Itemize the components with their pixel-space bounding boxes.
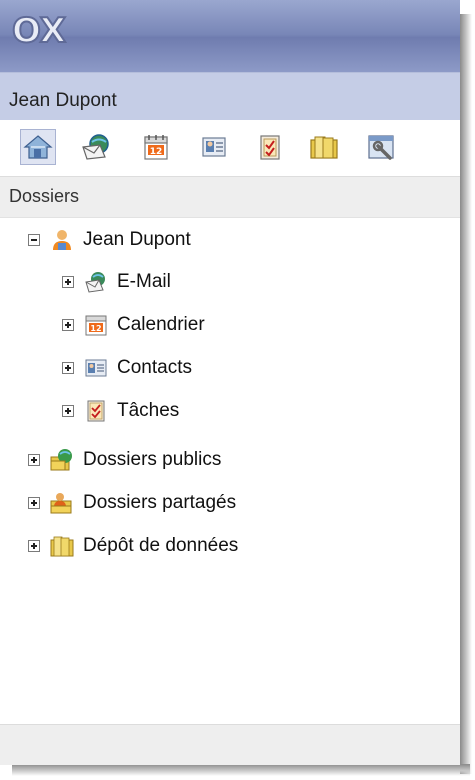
- expand-icon[interactable]: [62, 362, 74, 374]
- tree-item-label: Jean Dupont: [83, 229, 191, 250]
- svg-text:12: 12: [150, 147, 163, 157]
- calendar-icon: 12: [144, 135, 168, 160]
- expand-icon[interactable]: [28, 540, 40, 552]
- tasks-button[interactable]: [252, 129, 288, 165]
- infostore-button[interactable]: [306, 129, 342, 165]
- tree-item-dossiers-partages[interactable]: Dossiers partagés: [28, 485, 236, 521]
- panel-shadow-bottom: [12, 764, 470, 776]
- home-button[interactable]: [20, 129, 56, 165]
- tree-item-jean-dupont[interactable]: Jean Dupont: [28, 222, 191, 258]
- expand-icon[interactable]: [62, 276, 74, 288]
- calendar-day: 12: [90, 324, 101, 333]
- panel-shadow-right: [460, 14, 472, 774]
- infostore-icon: [310, 136, 338, 159]
- tree-item-depot-de-donnees[interactable]: Dépôt de données: [28, 528, 238, 564]
- public-folders-icon: [50, 448, 74, 472]
- expand-icon[interactable]: [62, 319, 74, 331]
- tree-item-taches[interactable]: Tâches: [62, 393, 179, 429]
- settings-button[interactable]: [364, 129, 400, 165]
- contacts-icon: [202, 137, 226, 157]
- shared-folders-icon: [50, 491, 74, 515]
- settings-icon: [368, 135, 394, 160]
- contacts-icon: [84, 356, 108, 380]
- tree-item-label: Dossiers publics: [83, 449, 222, 470]
- expand-icon[interactable]: [28, 454, 40, 466]
- user-icon: [50, 228, 74, 252]
- tree-item-label: Contacts: [117, 357, 192, 378]
- ox-logo: OX: [10, 10, 90, 52]
- tree-item-calendrier[interactable]: 12 Calendrier: [62, 307, 205, 343]
- tree-item-contacts[interactable]: Contacts: [62, 350, 192, 386]
- tree-item-label: Calendrier: [117, 314, 205, 335]
- contacts-button[interactable]: [196, 129, 232, 165]
- user-name: Jean Dupont: [9, 90, 117, 111]
- panel-footer: [0, 724, 460, 765]
- tasks-icon: [260, 135, 280, 160]
- tree-item-label: Dépôt de données: [83, 535, 239, 556]
- tree-item-label: E-Mail: [117, 271, 171, 292]
- calendar-button[interactable]: 12: [138, 129, 174, 165]
- tree-item-label: Tâches: [117, 400, 180, 421]
- calendar-icon: 12: [84, 313, 108, 337]
- tree-item-email[interactable]: E-Mail: [62, 264, 171, 300]
- folder-panel: OX Jean Dupont 12 Dossiers Jean Dupont E…: [0, 0, 460, 765]
- mail-button[interactable]: [78, 129, 114, 165]
- collapse-icon[interactable]: [28, 234, 40, 246]
- tree-item-label: Dossiers partagés: [83, 492, 237, 513]
- folders-section-title: Dossiers: [9, 186, 80, 206]
- top-bar: OX: [0, 0, 460, 72]
- mail-icon: [84, 270, 108, 294]
- logo-text: OX: [12, 12, 66, 48]
- tasks-icon: [84, 399, 108, 423]
- tree-item-dossiers-publics[interactable]: Dossiers publics: [28, 442, 221, 478]
- expand-icon[interactable]: [62, 405, 74, 417]
- home-icon: [23, 135, 53, 159]
- expand-icon[interactable]: [28, 497, 40, 509]
- mail-icon: [82, 134, 109, 160]
- infostore-icon: [50, 534, 74, 558]
